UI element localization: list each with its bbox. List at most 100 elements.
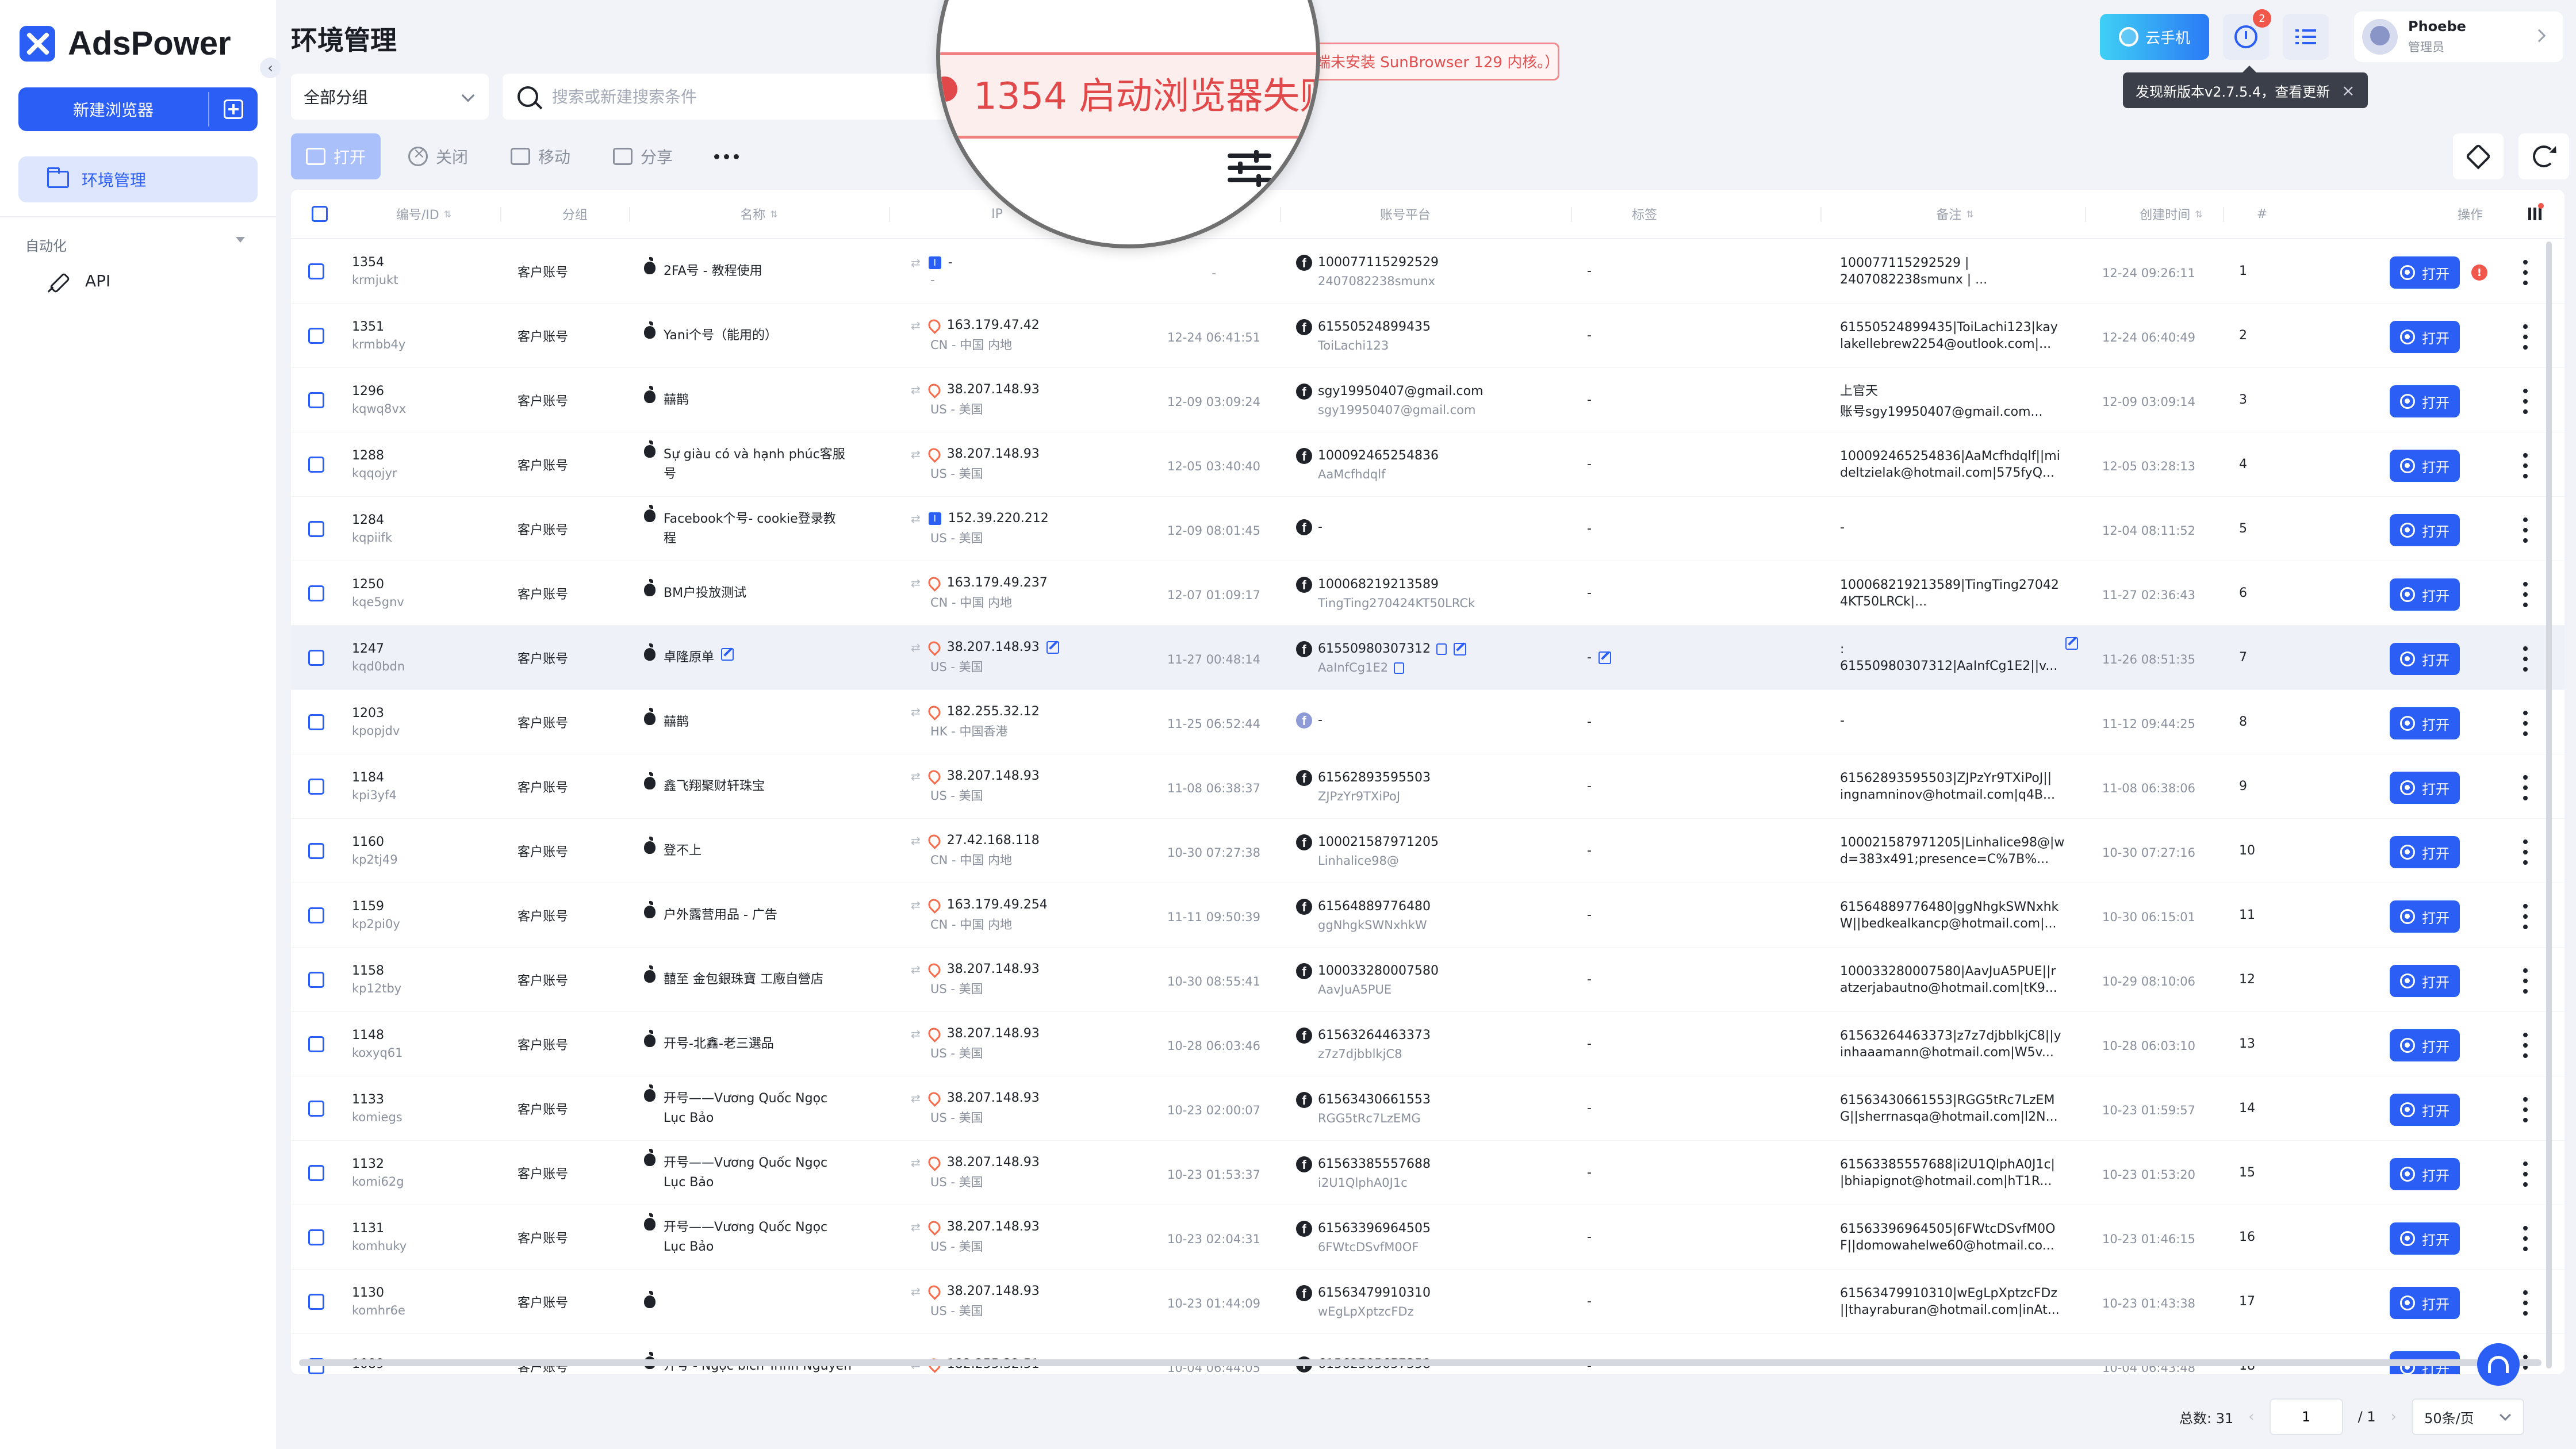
- table-row[interactable]: 1159 kp2pi0y 客户账号 户外露营用品 - 广告 ⇄ 163.179.4…: [291, 883, 2564, 948]
- open-browser-button[interactable]: 打开: [2390, 450, 2460, 482]
- row-more-button[interactable]: [2520, 453, 2531, 478]
- open-browser-button[interactable]: 打开: [2390, 514, 2460, 546]
- open-browser-button[interactable]: 打开: [2390, 578, 2460, 611]
- row-more-button[interactable]: [2520, 260, 2531, 285]
- support-button[interactable]: [2477, 1343, 2520, 1386]
- open-browser-button[interactable]: 打开: [2390, 1094, 2460, 1126]
- row-checkbox[interactable]: [308, 971, 324, 988]
- open-browser-button[interactable]: 打开: [2390, 836, 2460, 868]
- refresh-button[interactable]: [2518, 133, 2569, 179]
- row-more-button[interactable]: [2520, 1097, 2531, 1122]
- column-header-note[interactable]: 备注 ⇅: [1840, 190, 2070, 238]
- column-settings-button[interactable]: [2523, 190, 2546, 238]
- automation-section-label[interactable]: 自动化: [25, 235, 67, 255]
- table-row[interactable]: 1132 komi62g 客户账号 开号——Vương Quốc Ngọc Lụ…: [291, 1141, 2564, 1205]
- table-row[interactable]: 1158 kp12tby 客户账号 囍至 金包銀珠寶 工廠自營店 ⇄ 38.207…: [291, 948, 2564, 1012]
- search-input[interactable]: [552, 87, 897, 106]
- column-divider[interactable]: [500, 207, 501, 222]
- table-row[interactable]: 1203 kpopjdv 客户账号 囍鹊 ⇄ 182.255.32.12 HK -…: [291, 690, 2564, 754]
- row-checkbox[interactable]: [308, 263, 324, 279]
- logo[interactable]: AdsPower: [20, 24, 231, 63]
- column-divider[interactable]: [1820, 207, 1822, 222]
- open-browser-button[interactable]: 打开: [2390, 772, 2460, 804]
- edit-icon[interactable]: [2065, 637, 2078, 650]
- table-row[interactable]: 1148 koxyq61 客户账号 开号-北鑫-老三選品 ⇄ 38.207.148…: [291, 1012, 2564, 1076]
- close-selected-button[interactable]: 关闭: [393, 133, 483, 179]
- prev-page-button[interactable]: ‹: [2248, 1408, 2254, 1425]
- batch-create-button[interactable]: [209, 99, 258, 119]
- page-number-input[interactable]: [2269, 1398, 2343, 1435]
- more-actions-button[interactable]: [700, 133, 752, 179]
- row-checkbox[interactable]: [308, 1100, 324, 1117]
- column-divider[interactable]: [2223, 207, 2224, 222]
- row-checkbox[interactable]: [308, 714, 324, 730]
- column-divider[interactable]: [889, 207, 890, 222]
- table-row[interactable]: 1351 krmbb4y 客户账号 Yani个号（能用的） ⇄ 163.179.4…: [291, 304, 2564, 368]
- row-checkbox[interactable]: [308, 907, 324, 923]
- table-row[interactable]: 1131 komhuky 客户账号 开号——Vương Quốc Ngọc Lụ…: [291, 1205, 2564, 1270]
- search-box[interactable]: [503, 74, 951, 120]
- vertical-scrollbar[interactable]: [2546, 241, 2552, 1368]
- row-checkbox[interactable]: [308, 392, 324, 408]
- row-more-button[interactable]: [2520, 968, 2531, 994]
- open-browser-button[interactable]: 打开: [2390, 707, 2460, 739]
- edit-icon[interactable]: [721, 647, 734, 661]
- row-checkbox[interactable]: [308, 1036, 324, 1052]
- row-more-button[interactable]: [2520, 582, 2531, 607]
- group-select[interactable]: 全部分组: [291, 74, 489, 120]
- next-page-button[interactable]: ›: [2391, 1408, 2397, 1425]
- row-more-button[interactable]: [2520, 775, 2531, 800]
- tag-button[interactable]: [2453, 133, 2504, 179]
- row-more-button[interactable]: [2520, 711, 2531, 736]
- select-all-checkbox[interactable]: [312, 206, 328, 222]
- table-row[interactable]: 1247 kqd0bdn 客户账号 卓隆原单 ⇄ 38.207.148.93 US…: [291, 626, 2564, 690]
- table-row[interactable]: 1160 kp2tj49 客户账号 登不上 ⇄ 27.42.168.118 CN …: [291, 819, 2564, 883]
- row-checkbox[interactable]: [308, 842, 324, 859]
- row-more-button[interactable]: [2520, 904, 2531, 929]
- column-header-name[interactable]: 名称 ⇅: [644, 190, 874, 238]
- row-checkbox[interactable]: [308, 1164, 324, 1181]
- horizontal-scrollbar[interactable]: [299, 1359, 2542, 1366]
- table-row[interactable]: 1354 krmjukt 客户账号 2FA号 - 教程使用 ⇄ I - - - f1…: [291, 239, 2564, 304]
- open-browser-button[interactable]: 打开: [2390, 1029, 2460, 1061]
- table-row[interactable]: 1089 客户账号 开号 - Ngọc bích Trinh Nguyên ⇄1…: [291, 1334, 2564, 1374]
- open-browser-button[interactable]: 打开: [2390, 643, 2460, 675]
- task-list-button[interactable]: [2283, 14, 2329, 60]
- open-browser-button[interactable]: 打开: [2390, 900, 2460, 933]
- copy-icon[interactable]: [1394, 662, 1405, 674]
- copy-icon[interactable]: [1436, 643, 1447, 655]
- open-browser-button[interactable]: 打开: [2390, 1158, 2460, 1190]
- sidebar-item-env-management[interactable]: 环境管理: [18, 156, 258, 202]
- sidebar-item-api[interactable]: API: [46, 269, 110, 292]
- table-row[interactable]: 1184 kpi3yf4 客户账号 鑫飞翔聚财轩珠宝 ⇄ 38.207.148.9…: [291, 754, 2564, 819]
- row-checkbox[interactable]: [308, 520, 324, 537]
- open-selected-button[interactable]: 打开: [291, 133, 381, 179]
- row-checkbox[interactable]: [308, 649, 324, 666]
- collapse-sidebar-button[interactable]: ‹: [260, 57, 281, 78]
- edit-icon[interactable]: [1453, 642, 1466, 656]
- table-row[interactable]: 1133 komiegs 客户账号 开号——Vương Quốc Ngọc Lụ…: [291, 1076, 2564, 1141]
- row-more-button[interactable]: [2520, 518, 2531, 543]
- row-more-button[interactable]: [2520, 324, 2531, 350]
- row-more-button[interactable]: [2520, 1033, 2531, 1058]
- open-browser-button[interactable]: 打开: [2390, 321, 2460, 353]
- page-size-select[interactable]: 50条/页: [2412, 1398, 2525, 1435]
- row-checkbox[interactable]: [308, 1229, 324, 1245]
- row-checkbox[interactable]: [308, 778, 324, 795]
- row-more-button[interactable]: [2520, 1162, 2531, 1187]
- row-more-button[interactable]: [2520, 839, 2531, 865]
- edit-icon[interactable]: [1598, 651, 1611, 664]
- row-checkbox[interactable]: [308, 585, 324, 601]
- update-tooltip[interactable]: 发现新版本v2.7.5.4，查看更新 ×: [2123, 66, 2368, 108]
- table-row[interactable]: 1288 kqqojyr 客户账号 Sự giàu có và hạnh phú…: [291, 432, 2564, 497]
- table-row[interactable]: 1284 kqpiifk 客户账号 Facebook个号- cookie登录教 …: [291, 497, 2564, 561]
- chevron-down-icon[interactable]: [236, 237, 245, 243]
- open-browser-button[interactable]: 打开: [2390, 965, 2460, 997]
- open-browser-button[interactable]: 打开: [2390, 256, 2460, 289]
- open-browser-button[interactable]: 打开: [2390, 1222, 2460, 1255]
- edit-icon[interactable]: [1046, 641, 1059, 654]
- move-button[interactable]: 移动: [496, 133, 585, 179]
- cloud-phone-button[interactable]: 云手机: [2100, 14, 2209, 60]
- close-icon[interactable]: ×: [2341, 81, 2355, 100]
- user-menu[interactable]: Phoebe 管理员: [2354, 12, 2563, 62]
